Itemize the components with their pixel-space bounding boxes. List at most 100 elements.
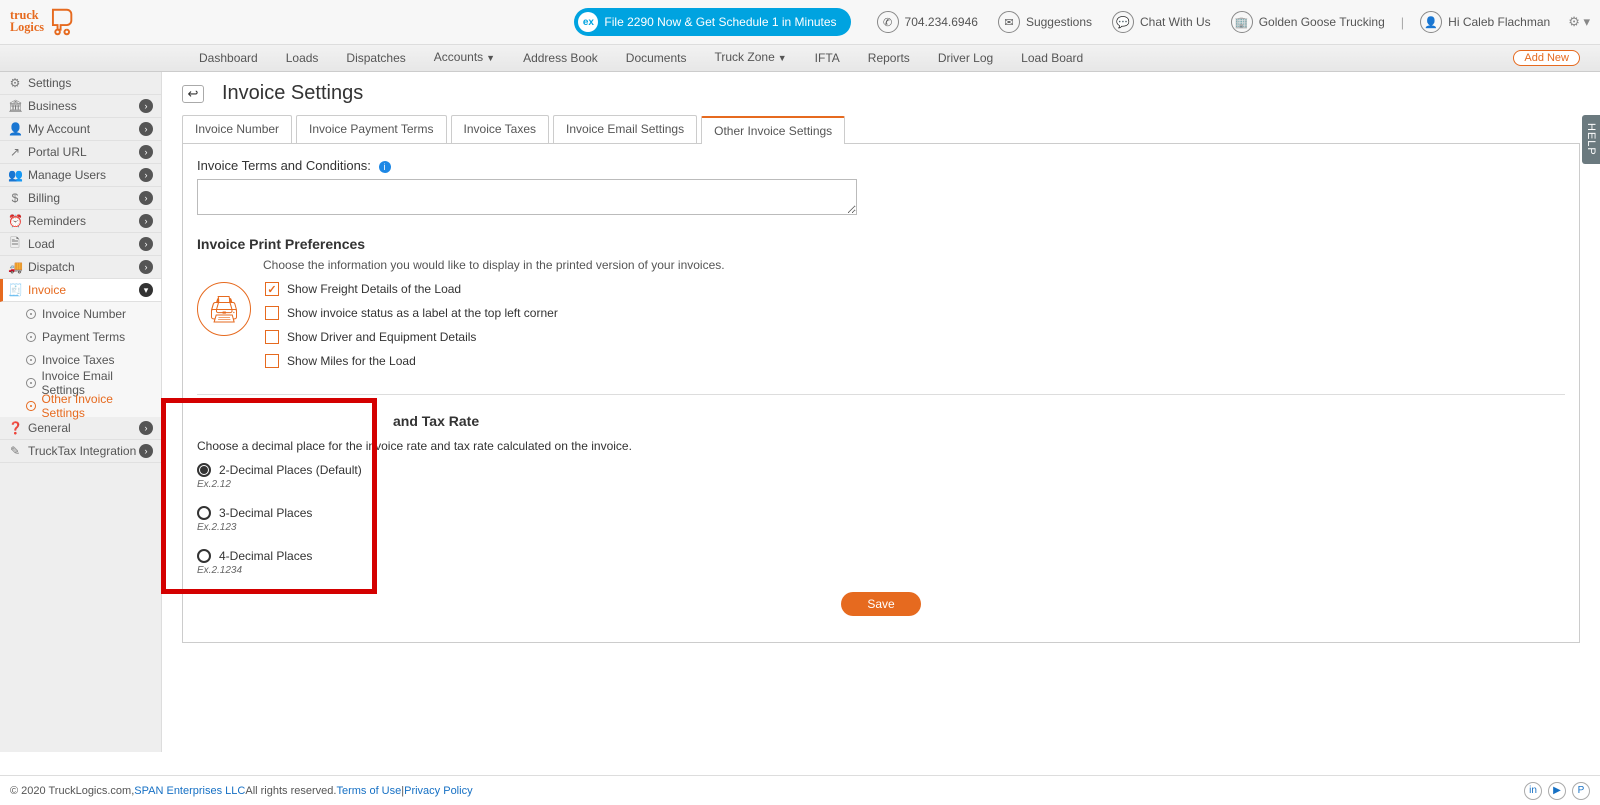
sidebar-item-reminders[interactable]: ⏰Reminders› xyxy=(0,210,161,233)
suggestions-link[interactable]: ✉ Suggestions xyxy=(998,11,1092,33)
print-prefs-desc: Choose the information you would like to… xyxy=(263,258,1565,272)
sidebar-item-dispatch[interactable]: 🚚Dispatch› xyxy=(0,256,161,279)
radio-label: 3-Decimal Places xyxy=(219,506,312,520)
checkbox-label: Show Freight Details of the Load xyxy=(287,282,461,296)
chat-text: Chat With Us xyxy=(1140,15,1211,29)
sidebar-subitem-other-invoice-settings[interactable]: Other Invoice Settings xyxy=(0,394,161,417)
tab-invoice-payment-terms[interactable]: Invoice Payment Terms xyxy=(296,115,447,143)
chevron-right-icon: › xyxy=(139,237,153,251)
radio-option[interactable]: 3-Decimal Places xyxy=(197,506,1565,520)
nav-dispatches[interactable]: Dispatches xyxy=(332,45,419,72)
sidebar-label: Invoice xyxy=(28,283,66,297)
help-tab[interactable]: HELP xyxy=(1582,115,1600,164)
save-button[interactable]: Save xyxy=(841,592,921,616)
sidebar-sublabel: Payment Terms xyxy=(42,330,125,344)
suggestions-text: Suggestions xyxy=(1026,15,1092,29)
radio-example: Ex.2.123 xyxy=(197,522,1565,533)
sidebar-item-manage-users[interactable]: 👥 Manage Users › xyxy=(0,164,161,187)
sidebar-icon: 🏛 xyxy=(8,99,22,113)
checkbox-label: Show Miles for the Load xyxy=(287,354,416,368)
sidebar-label: Manage Users xyxy=(28,168,106,182)
span-enterprises-link[interactable]: SPAN Enterprises LLC xyxy=(134,785,245,797)
phone-link[interactable]: ✆ 704.234.6946 xyxy=(877,11,978,33)
mail-icon: ✉ xyxy=(998,11,1020,33)
sidebar-item-billing[interactable]: $Billing› xyxy=(0,187,161,210)
chevron-right-icon: › xyxy=(139,168,153,182)
checkbox-option[interactable]: Show Miles for the Load xyxy=(265,354,558,368)
checkbox-icon xyxy=(265,306,279,320)
header: truck Logics ex File 2290 Now & Get Sche… xyxy=(0,0,1600,45)
youtube-icon[interactable]: ▶ xyxy=(1548,782,1566,800)
radio-example: Ex.2.1234 xyxy=(197,565,1565,576)
main-content: ↩ Invoice Settings Invoice Number Invoic… xyxy=(162,72,1600,752)
app-logo[interactable]: truck Logics xyxy=(10,5,102,39)
nav-accounts[interactable]: Accounts▼ xyxy=(420,44,509,72)
nav-documents[interactable]: Documents xyxy=(612,45,701,72)
company-text: Golden Goose Trucking xyxy=(1259,15,1385,29)
sidebar-icon: $ xyxy=(8,191,22,205)
tab-other-invoice-settings[interactable]: Other Invoice Settings xyxy=(701,116,845,144)
sidebar-sublabel: Invoice Taxes xyxy=(42,353,115,367)
tab-invoice-taxes[interactable]: Invoice Taxes xyxy=(451,115,550,143)
company-icon: 🏢 xyxy=(1231,11,1253,33)
checkbox-option[interactable]: Show Driver and Equipment Details xyxy=(265,330,558,344)
checkbox-option[interactable]: ✓ Show Freight Details of the Load xyxy=(265,282,558,296)
sidebar-item-general[interactable]: ❓General› xyxy=(0,417,161,440)
sidebar-label: General xyxy=(28,421,71,435)
sidebar-item-my-account[interactable]: 👤My Account› xyxy=(0,118,161,141)
chat-link[interactable]: 💬 Chat With Us xyxy=(1112,11,1211,33)
copyright-text: © 2020 TruckLogics.com, xyxy=(10,785,134,797)
sidebar-item-invoice[interactable]: 🧾Invoice▾ xyxy=(0,279,161,302)
info-icon[interactable]: i xyxy=(379,161,391,173)
nav-ifta[interactable]: IFTA xyxy=(801,45,854,72)
separator: | xyxy=(1401,15,1404,30)
chat-icon: 💬 xyxy=(1112,11,1134,33)
settings-gear-icon[interactable]: ⚙ ▾ xyxy=(1568,14,1590,30)
company-link[interactable]: 🏢 Golden Goose Trucking xyxy=(1231,11,1385,33)
checkbox-option[interactable]: Show invoice status as a label at the to… xyxy=(265,306,558,320)
terms-textarea[interactable] xyxy=(197,179,857,215)
sidebar-icon: 👥 xyxy=(8,168,22,182)
sidebar-icon: 🚚 xyxy=(8,260,22,274)
nav-truck-zone[interactable]: Truck Zone▼ xyxy=(701,44,801,72)
greeting-text: Hi Caleb Flachman xyxy=(1448,15,1550,29)
nav-reports[interactable]: Reports xyxy=(854,45,924,72)
radio-option[interactable]: 4-Decimal Places xyxy=(197,549,1565,563)
sidebar-icon: 👤 xyxy=(8,122,22,136)
radio-label: 4-Decimal Places xyxy=(219,549,312,563)
user-icon: 👤 xyxy=(1420,11,1442,33)
chevron-right-icon: › xyxy=(139,191,153,205)
sidebar: ⚙Settings🏛Business›👤My Account›↗Portal U… xyxy=(0,72,162,752)
nav-load-board[interactable]: Load Board xyxy=(1007,45,1097,72)
tab-invoice-email-settings[interactable]: Invoice Email Settings xyxy=(553,115,697,143)
nav-address-book[interactable]: Address Book xyxy=(509,45,612,72)
sidebar-item-trucktax-integration[interactable]: ✎TruckTax Integration› xyxy=(0,440,161,463)
sidebar-icon: ⚙ xyxy=(8,76,22,90)
promo-pill[interactable]: ex File 2290 Now & Get Schedule 1 in Min… xyxy=(574,8,850,36)
tab-invoice-number[interactable]: Invoice Number xyxy=(182,115,292,143)
sidebar-item-business[interactable]: 🏛Business› xyxy=(0,95,161,118)
nav-dashboard[interactable]: Dashboard xyxy=(185,45,272,72)
linkedin-icon[interactable]: in xyxy=(1524,782,1542,800)
radio-option[interactable]: 2-Decimal Places (Default) xyxy=(197,463,1565,477)
sidebar-item-settings[interactable]: ⚙Settings xyxy=(0,72,161,95)
add-new-button[interactable]: Add New xyxy=(1513,50,1580,66)
sidebar-label: TruckTax Integration xyxy=(28,444,136,458)
radio-label: 2-Decimal Places (Default) xyxy=(219,463,362,477)
bullet-icon xyxy=(26,401,36,411)
sidebar-item-load[interactable]: 🗎Load› xyxy=(0,233,161,256)
sidebar-label: Portal URL xyxy=(28,145,87,159)
nav-driver-log[interactable]: Driver Log xyxy=(924,45,1007,72)
terms-link[interactable]: Terms of Use xyxy=(336,785,401,797)
back-button[interactable]: ↩ xyxy=(182,85,204,103)
pinterest-icon[interactable]: P xyxy=(1572,782,1590,800)
sidebar-subitem-invoice-number[interactable]: Invoice Number xyxy=(0,302,161,325)
nav-loads[interactable]: Loads xyxy=(272,45,333,72)
terms-label: Invoice Terms and Conditions: i xyxy=(197,158,1565,173)
user-link[interactable]: 👤 Hi Caleb Flachman xyxy=(1420,11,1550,33)
privacy-link[interactable]: Privacy Policy xyxy=(404,785,472,797)
checkbox-icon: ✓ xyxy=(265,282,279,296)
sidebar-item-portal-url[interactable]: ↗Portal URL› xyxy=(0,141,161,164)
sidebar-subitem-payment-terms[interactable]: Payment Terms xyxy=(0,325,161,348)
chevron-right-icon: › xyxy=(139,145,153,159)
